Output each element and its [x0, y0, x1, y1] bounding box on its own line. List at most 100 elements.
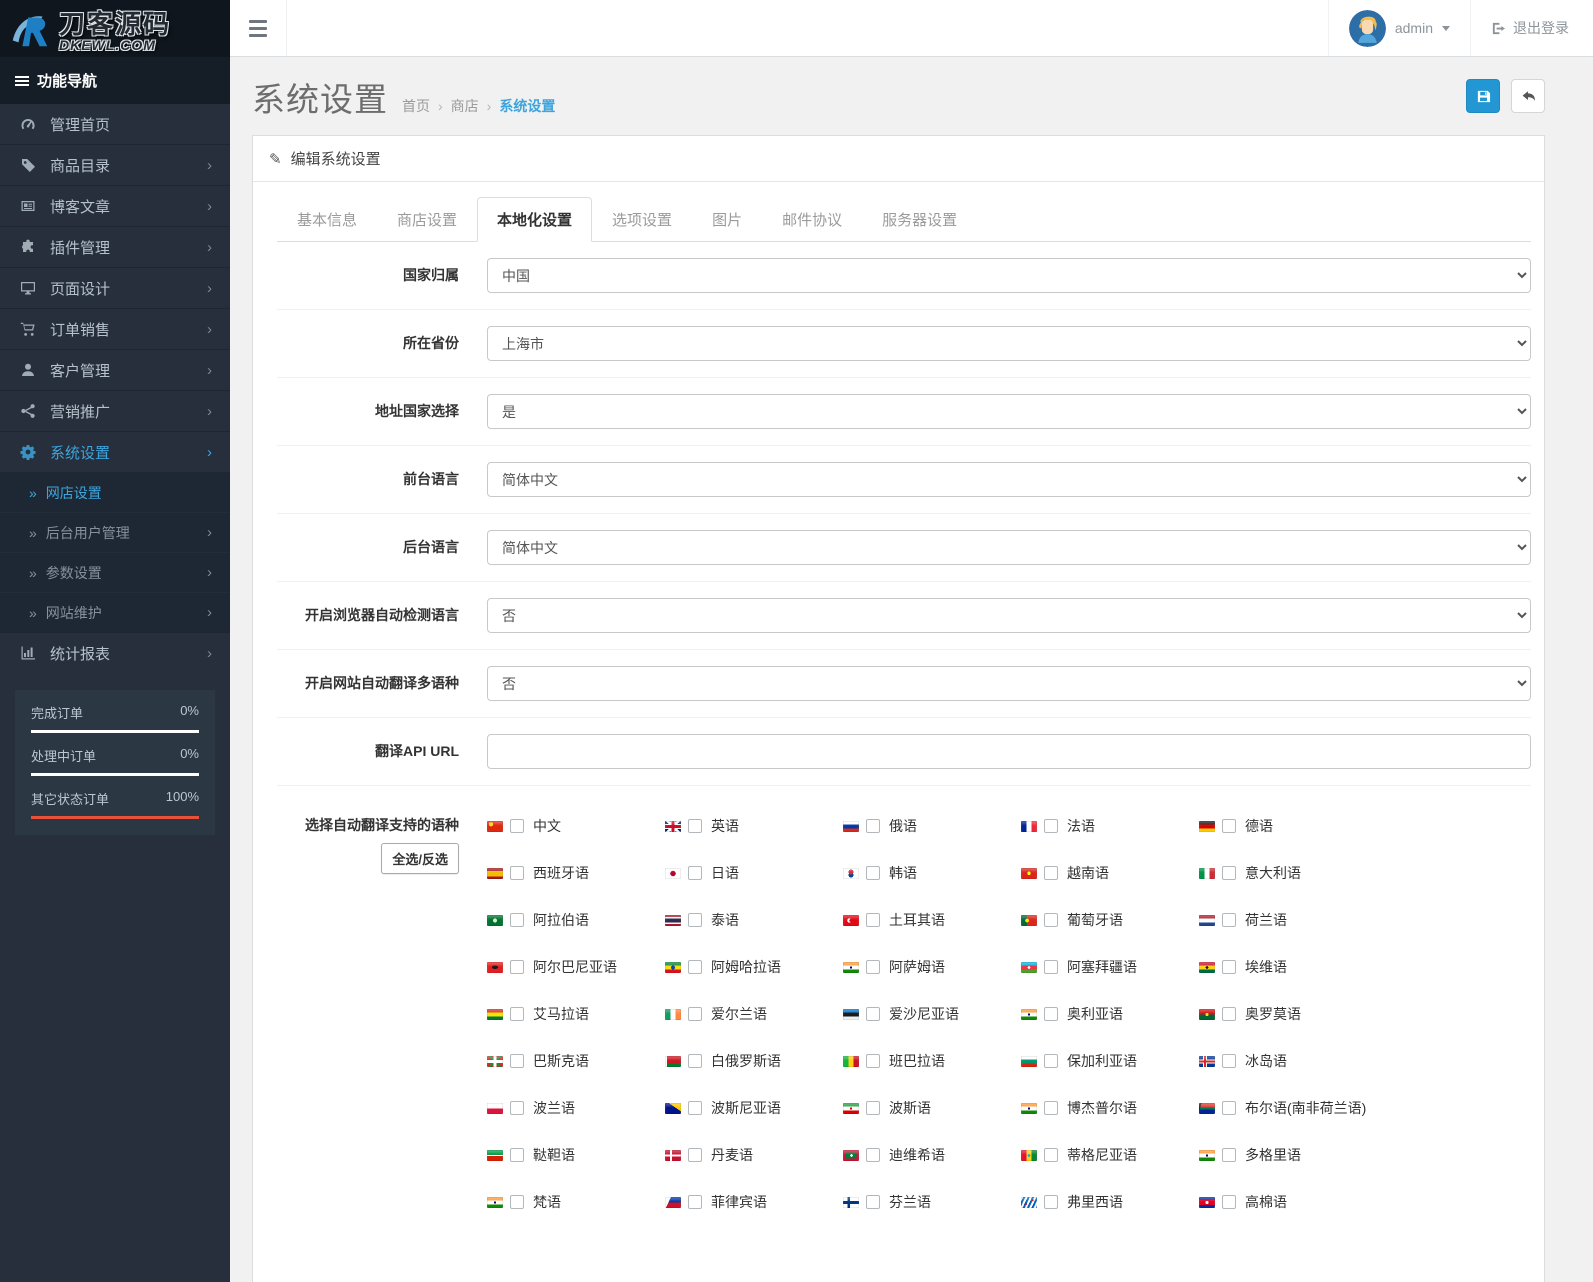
language-checkbox-1[interactable] [688, 819, 702, 833]
sidebar-item-system[interactable]: 系统设置 › [0, 432, 230, 472]
language-checkbox-23[interactable] [1044, 1007, 1058, 1021]
language-checkbox-13[interactable] [1044, 913, 1058, 927]
language-checkbox-2[interactable] [866, 819, 880, 833]
ee-flag-icon [843, 1008, 859, 1020]
language-checkbox-6[interactable] [688, 866, 702, 880]
language-checkbox-0[interactable] [510, 819, 524, 833]
language-checkbox-10[interactable] [510, 913, 524, 927]
gear-icon [20, 444, 36, 460]
tr-flag-icon [843, 914, 859, 926]
language-checkbox-20[interactable] [510, 1007, 524, 1021]
language-checkbox-16[interactable] [688, 960, 702, 974]
language-option: 英语 [665, 814, 843, 838]
language-checkbox-24[interactable] [1222, 1007, 1236, 1021]
sidebar-subitem-store-settings[interactable]: » 网店设置 › [0, 473, 230, 512]
language-option: 冰岛语 [1199, 1049, 1377, 1073]
language-checkbox-36[interactable] [688, 1148, 702, 1162]
tab-options[interactable]: 选项设置 [592, 197, 692, 242]
language-checkbox-43[interactable] [1044, 1195, 1058, 1209]
language-checkbox-19[interactable] [1222, 960, 1236, 974]
language-checkbox-11[interactable] [688, 913, 702, 927]
language-checkbox-37[interactable] [866, 1148, 880, 1162]
back-button[interactable] [1511, 79, 1545, 113]
ba-flag-icon [665, 1102, 681, 1114]
tab-store[interactable]: 商店设置 [377, 197, 477, 242]
browser-language-detect-select[interactable]: 否 [487, 598, 1531, 633]
language-checkbox-25[interactable] [510, 1054, 524, 1068]
language-checkbox-41[interactable] [688, 1195, 702, 1209]
sidebar-item-customers[interactable]: 客户管理 › [0, 350, 230, 390]
language-checkbox-39[interactable] [1222, 1148, 1236, 1162]
language-checkbox-18[interactable] [1044, 960, 1058, 974]
auto-translate-select[interactable]: 否 [487, 666, 1531, 701]
address-country-select[interactable]: 是 [487, 394, 1531, 429]
brand-logo[interactable]: 刀客源码 DKEWL.COM [0, 0, 230, 57]
language-checkbox-40[interactable] [510, 1195, 524, 1209]
tab-server[interactable]: 服务器设置 [862, 197, 977, 242]
frontend-language-select[interactable]: 简体中文 [487, 462, 1531, 497]
sidebar-item-blog[interactable]: 博客文章 › [0, 186, 230, 226]
language-checkbox-33[interactable] [1044, 1101, 1058, 1115]
sidebar-subitem-maintenance[interactable]: » 网站维护 › [0, 593, 230, 632]
breadcrumb-item[interactable]: 商店 [451, 96, 479, 116]
language-checkbox-3[interactable] [1044, 819, 1058, 833]
logout-button[interactable]: 退出登录 [1470, 0, 1593, 56]
language-checkbox-8[interactable] [1044, 866, 1058, 880]
language-checkbox-12[interactable] [866, 913, 880, 927]
language-checkbox-44[interactable] [1222, 1195, 1236, 1209]
language-checkbox-15[interactable] [510, 960, 524, 974]
admin-language-select[interactable]: 简体中文 [487, 530, 1531, 565]
language-checkbox-42[interactable] [866, 1195, 880, 1209]
language-checkbox-5[interactable] [510, 866, 524, 880]
language-checkbox-7[interactable] [866, 866, 880, 880]
language-checkbox-17[interactable] [866, 960, 880, 974]
language-checkbox-29[interactable] [1222, 1054, 1236, 1068]
language-checkbox-32[interactable] [866, 1101, 880, 1115]
double-angle-icon: » [29, 604, 37, 621]
sidebar-subitem-parameters[interactable]: » 参数设置 › [0, 553, 230, 592]
language-checkbox-27[interactable] [866, 1054, 880, 1068]
translate-api-url-input[interactable] [487, 734, 1531, 769]
tab-image[interactable]: 图片 [692, 197, 762, 242]
language-checkbox-9[interactable] [1222, 866, 1236, 880]
language-option: 布尔语(南非荷兰语) [1199, 1096, 1377, 1120]
sidebar-subitem-admin-users[interactable]: » 后台用户管理 › [0, 513, 230, 552]
language-checkbox-28[interactable] [1044, 1054, 1058, 1068]
language-checkbox-34[interactable] [1222, 1101, 1236, 1115]
sidebar-toggle-button[interactable] [230, 0, 287, 56]
language-checkbox-35[interactable] [510, 1148, 524, 1162]
select-all-button[interactable]: 全选/反选 [381, 843, 459, 874]
sidebar-item-extensions[interactable]: 插件管理 › [0, 227, 230, 267]
language-checkbox-14[interactable] [1222, 913, 1236, 927]
in-flag-icon [1021, 1008, 1037, 1020]
article-icon [20, 198, 36, 214]
language-checkbox-21[interactable] [688, 1007, 702, 1021]
topbar: admin 退出登录 [230, 0, 1593, 57]
brand-title: 刀客源码 [59, 9, 172, 39]
user-menu[interactable]: admin [1327, 0, 1470, 56]
th-flag-icon [665, 914, 681, 926]
om-flag-icon [1199, 1008, 1215, 1020]
sidebar-item-sales[interactable]: 订单销售 › [0, 309, 230, 349]
tab-basic[interactable]: 基本信息 [277, 197, 377, 242]
language-checkbox-22[interactable] [866, 1007, 880, 1021]
sidebar-item-dashboard[interactable]: 管理首页 › [0, 104, 230, 144]
sidebar-item-reports[interactable]: 统计报表 › [0, 633, 230, 673]
language-checkbox-31[interactable] [688, 1101, 702, 1115]
language-checkbox-30[interactable] [510, 1101, 524, 1115]
breadcrumb-item[interactable]: 首页 [402, 96, 430, 116]
sidebar-item-marketing[interactable]: 营销推广 › [0, 391, 230, 431]
language-checkbox-26[interactable] [688, 1054, 702, 1068]
sidebar-menu: 管理首页 › 商品目录 › 博客文章 › 插件管理 › 页面设计 › 订单销售 … [0, 104, 230, 673]
sidebar-item-catalog[interactable]: 商品目录 › [0, 145, 230, 185]
language-checkbox-4[interactable] [1222, 819, 1236, 833]
country-select[interactable]: 中国 [487, 258, 1531, 293]
pl-flag-icon [487, 1102, 503, 1114]
sidebar-item-design[interactable]: 页面设计 › [0, 268, 230, 308]
save-button[interactable] [1466, 79, 1500, 113]
language-checkbox-38[interactable] [1044, 1148, 1058, 1162]
tab-mail[interactable]: 邮件协议 [762, 197, 862, 242]
tab-localisation[interactable]: 本地化设置 [477, 197, 593, 242]
username: admin [1394, 20, 1433, 36]
zone-select[interactable]: 上海市 [487, 326, 1531, 361]
